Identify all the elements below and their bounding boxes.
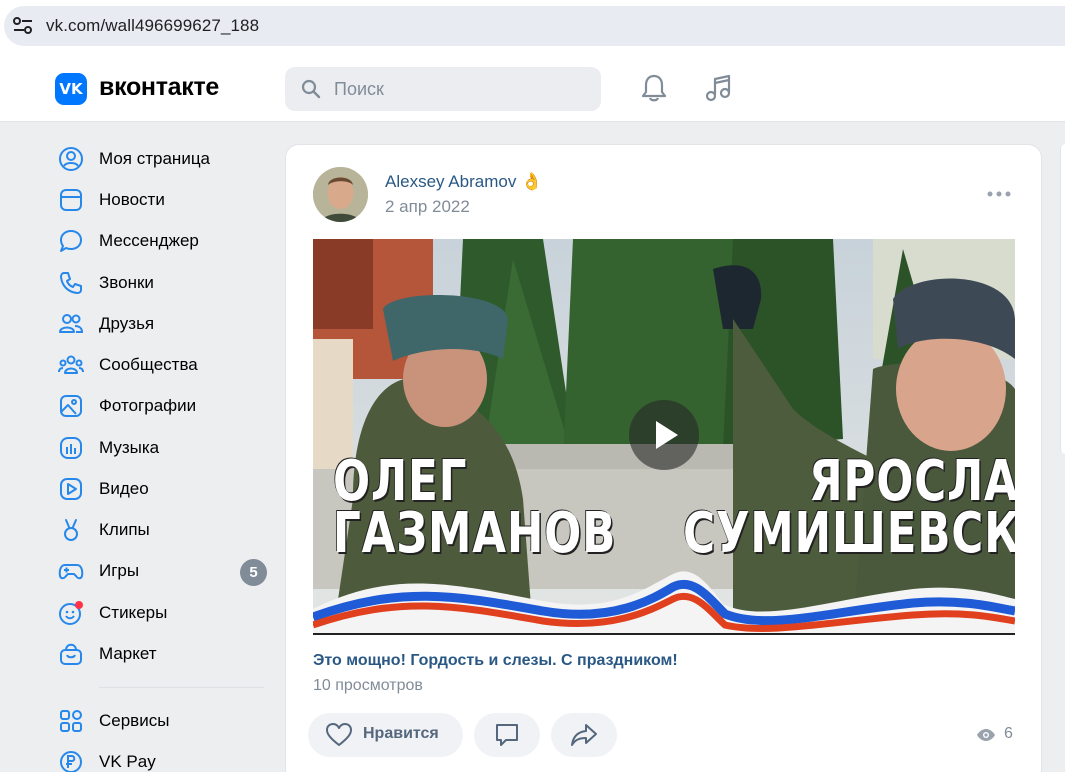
- sidebar-item-market[interactable]: Маркет: [58, 636, 273, 672]
- url-field[interactable]: vk.com/wall496699627_188: [4, 6, 1065, 46]
- sidebar-item-label: Звонки: [99, 273, 154, 292]
- sidebar-item-label: Моя страница: [99, 149, 211, 168]
- sidebar-item-label: Фотографии: [99, 396, 197, 415]
- sidebar-item-messenger[interactable]: Мессенджер: [58, 223, 273, 259]
- wall-post: Alexsey Abramov 👌 2 апр 2022 ОЛЕГ ГАЗМАН…: [285, 144, 1042, 772]
- site-settings-icon[interactable]: [12, 16, 34, 36]
- play-button[interactable]: [629, 400, 699, 470]
- video-title-link[interactable]: Это мощно! Гордость и слезы. С празднико…: [313, 652, 678, 670]
- video-views-text: 10 просмотров: [313, 677, 423, 694]
- share-button[interactable]: [551, 713, 617, 757]
- sidebar-item-games[interactable]: Игры 5: [58, 553, 273, 589]
- sidebar-item-label: Сообщества: [99, 355, 198, 374]
- post-date[interactable]: 2 апр 2022: [385, 197, 470, 217]
- sidebar-item-services[interactable]: Сервисы: [58, 703, 273, 739]
- video-icon: [60, 478, 82, 500]
- sidebar-item-my-page[interactable]: Моя страница: [58, 141, 273, 177]
- sidebar-item-communities[interactable]: Сообщества: [58, 347, 273, 383]
- sidebar-item-photos[interactable]: Фотографии: [58, 388, 273, 424]
- games-count-badge: 5: [240, 559, 267, 586]
- heart-icon: [326, 723, 352, 746]
- video-progress-line: [313, 633, 1015, 635]
- vkpay-icon: [60, 751, 82, 772]
- post-views: 6: [976, 725, 1026, 747]
- sidebar-item-friends[interactable]: Друзья: [58, 306, 273, 342]
- vk-logo-icon[interactable]: VK: [55, 73, 87, 105]
- users-icon: [59, 314, 84, 333]
- comment-button[interactable]: [474, 713, 540, 757]
- sidebar-item-label: Игры: [99, 561, 140, 580]
- play-icon: [656, 421, 678, 449]
- sidebar-item-label: Друзья: [99, 314, 155, 333]
- overlay-name-right-2: СУМИШЕВСКИЙ: [683, 501, 1015, 566]
- sidebar-item-label: Сервисы: [99, 711, 170, 730]
- sidebar-item-label: Стикеры: [99, 603, 168, 622]
- sidebar-item-label: Клипы: [99, 520, 150, 539]
- sticker-icon: [59, 601, 83, 625]
- author-emoji: 👌: [521, 172, 543, 191]
- photo-icon: [60, 395, 82, 417]
- like-label: Нравится: [363, 725, 439, 742]
- search-icon: [301, 79, 321, 99]
- video-player[interactable]: ОЛЕГ ГАЗМАНОВ ЯРОСЛАВ СУМИШЕВСКИЙ: [313, 239, 1015, 633]
- sidebar-item-label: VK Pay: [99, 752, 156, 771]
- sidebar-item-music[interactable]: Музыка: [58, 430, 273, 466]
- search-placeholder: Поиск: [334, 79, 384, 99]
- views-count: 6: [1004, 725, 1013, 742]
- message-icon: [60, 230, 82, 252]
- market-icon: [60, 643, 82, 665]
- url-text: vk.com/wall496699627_188: [46, 16, 260, 35]
- sidebar-item-label: Новости: [99, 190, 165, 209]
- groups-icon: [58, 355, 84, 374]
- music-icon[interactable]: [704, 73, 734, 103]
- share-icon: [571, 724, 597, 746]
- music-icon: [60, 437, 82, 459]
- more-options-icon[interactable]: [986, 187, 1012, 201]
- sidebar-item-label: Маркет: [99, 644, 157, 663]
- eye-icon: [977, 729, 995, 741]
- sidebar-item-label: Видео: [99, 479, 149, 498]
- like-button[interactable]: Нравится: [308, 713, 463, 757]
- user-circle-icon: [59, 147, 83, 171]
- brand-name[interactable]: вконтакте: [99, 73, 219, 102]
- post-author[interactable]: Alexsey Abramov 👌: [385, 172, 542, 192]
- bell-icon[interactable]: [640, 73, 668, 103]
- sidebar-divider: [99, 687, 264, 688]
- sidebar-item-video[interactable]: Видео: [58, 471, 273, 507]
- sidebar-item-stickers[interactable]: Стикеры: [58, 595, 273, 631]
- clips-icon: [64, 519, 78, 541]
- right-panel-edge: [1060, 144, 1065, 454]
- sidebar-item-label: Мессенджер: [99, 231, 199, 250]
- search-input[interactable]: Поиск: [285, 67, 601, 111]
- browser-address-bar: vk.com/wall496699627_188: [0, 0, 1065, 56]
- sidebar-item-label: Музыка: [99, 438, 160, 457]
- gamepad-icon: [58, 564, 84, 580]
- left-sidebar: Моя страница Новости Мессенджер Звонки Д…: [0, 122, 280, 772]
- overlay-name-left-2: ГАЗМАНОВ: [333, 501, 617, 566]
- author-name[interactable]: Alexsey Abramov: [385, 172, 516, 191]
- comment-icon: [496, 724, 518, 746]
- sidebar-item-calls[interactable]: Звонки: [58, 265, 273, 301]
- newsfeed-icon: [60, 189, 82, 211]
- author-avatar[interactable]: [313, 167, 368, 222]
- services-icon: [60, 710, 82, 732]
- top-header: VK вконтакте Поиск: [0, 56, 1065, 122]
- avatar-photo: [313, 167, 368, 222]
- phone-icon: [60, 272, 82, 294]
- sidebar-item-clips[interactable]: Клипы: [58, 512, 273, 548]
- sidebar-item-vk-pay[interactable]: VK Pay: [58, 744, 273, 772]
- sidebar-item-news[interactable]: Новости: [58, 182, 273, 218]
